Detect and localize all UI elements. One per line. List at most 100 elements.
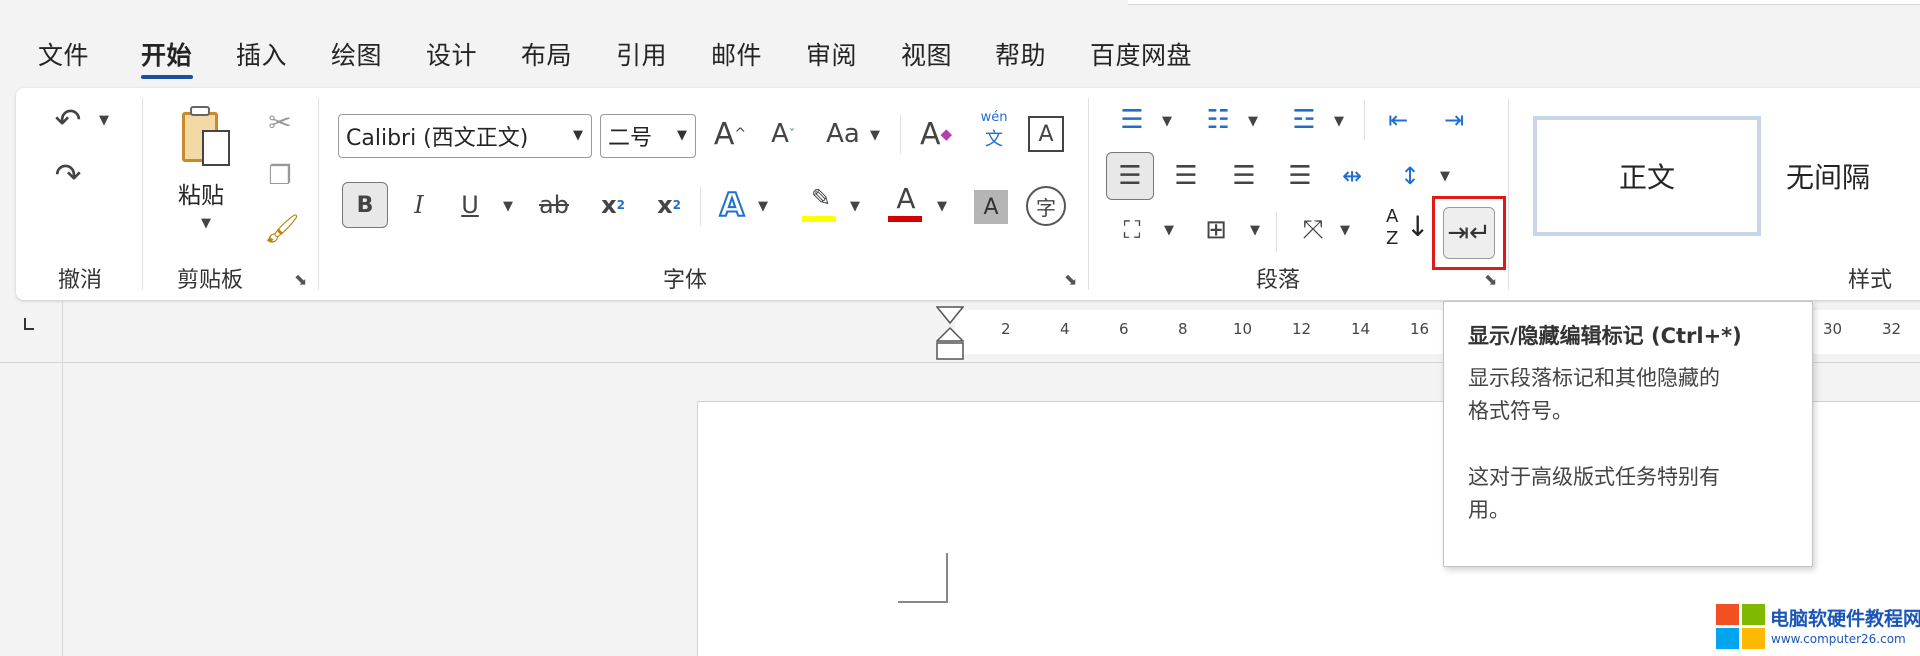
text-effects-icon[interactable]: A bbox=[712, 182, 752, 228]
line-spacing-icon[interactable]: ↕ bbox=[1390, 154, 1430, 198]
ruler-tick: 10 bbox=[1233, 320, 1253, 338]
text-effects-chevron-icon[interactable]: ▼ bbox=[758, 199, 768, 214]
paragraph-group-label: 段落 bbox=[1256, 268, 1301, 293]
tab-home[interactable]: 开始 bbox=[141, 36, 192, 72]
ruler-tick: 4 bbox=[1060, 320, 1070, 338]
bullets-chevron-icon[interactable]: ▼ bbox=[1162, 114, 1172, 129]
highlight-chevron-icon[interactable]: ▼ bbox=[850, 199, 860, 214]
borders-chevron-icon[interactable]: ▼ bbox=[1250, 223, 1260, 238]
clipboard-dialog-launcher-icon[interactable]: ⬊ bbox=[294, 270, 307, 289]
font-size-combobox[interactable]: 二号 ▼ bbox=[600, 114, 696, 158]
format-painter-icon[interactable]: 🖌 bbox=[262, 208, 302, 248]
tooltip-line: 这对于高级版式任务特别有 bbox=[1468, 465, 1720, 489]
bullets-icon[interactable]: ☰ bbox=[1112, 100, 1152, 140]
tab-insert[interactable]: 插入 bbox=[236, 36, 287, 72]
undo-icon[interactable]: ↶ bbox=[48, 100, 88, 140]
justify-button[interactable]: ☰ bbox=[1278, 154, 1322, 198]
multilevel-list-icon[interactable]: ☲ bbox=[1284, 100, 1324, 140]
group-divider bbox=[142, 98, 143, 290]
paragraph-dialog-launcher-icon[interactable]: ⬊ bbox=[1484, 270, 1497, 289]
font-dialog-launcher-icon[interactable]: ⬊ bbox=[1064, 270, 1077, 289]
character-border-icon[interactable]: A bbox=[1028, 116, 1064, 152]
font-name-combobox[interactable]: Calibri (西文正文) ▼ bbox=[338, 114, 592, 158]
font-name-value: Calibri (西文正文) bbox=[346, 126, 529, 151]
windows-logo-icon bbox=[1716, 604, 1766, 650]
underline-button[interactable]: U bbox=[452, 184, 488, 226]
change-case-chevron-icon[interactable]: ▼ bbox=[870, 128, 880, 143]
align-left-button[interactable]: ☰ bbox=[1106, 152, 1154, 200]
change-case-icon[interactable]: Aa bbox=[820, 114, 866, 154]
style-normal[interactable]: 正文 bbox=[1533, 116, 1761, 236]
undo-dropdown-chevron-icon[interactable]: ▼ bbox=[99, 113, 109, 128]
tab-selector[interactable] bbox=[24, 318, 34, 330]
bold-button[interactable]: B bbox=[342, 182, 388, 228]
multilevel-list-chevron-icon[interactable]: ▼ bbox=[1334, 114, 1344, 129]
line-spacing-chevron-icon[interactable]: ▼ bbox=[1440, 169, 1450, 184]
copy-icon[interactable]: ❐ bbox=[262, 158, 298, 194]
group-divider bbox=[1508, 98, 1509, 290]
show-hide-marks-button[interactable]: ⇥↵ bbox=[1432, 196, 1506, 270]
increase-indent-icon[interactable]: ⇥ bbox=[1434, 100, 1474, 140]
group-divider bbox=[318, 98, 319, 290]
font-group-label: 字体 bbox=[663, 268, 708, 293]
borders-icon[interactable]: ⊞ bbox=[1196, 210, 1236, 250]
inline-divider bbox=[1364, 100, 1365, 140]
tab-baidu-netdisk[interactable]: 百度网盘 bbox=[1090, 36, 1192, 72]
paragraph-shading-chevron-icon[interactable]: ▼ bbox=[1164, 223, 1174, 238]
font-size-value: 二号 bbox=[608, 126, 653, 151]
tab-layout[interactable]: 布局 bbox=[521, 36, 572, 72]
paste-label[interactable]: 粘贴 bbox=[178, 176, 224, 210]
page-crop-mark bbox=[898, 553, 948, 603]
paragraph-shading-icon[interactable]: ⛶ bbox=[1112, 208, 1152, 252]
redo-icon[interactable]: ↷ bbox=[48, 155, 88, 195]
clear-formatting-icon[interactable]: A ◆ bbox=[914, 112, 958, 156]
tooltip-line: 显示段落标记和其他隐藏的 bbox=[1468, 366, 1720, 390]
chinese-layout-chevron-icon[interactable]: ▼ bbox=[1340, 223, 1350, 238]
tab-file[interactable]: 文件 bbox=[38, 36, 89, 72]
grow-font-icon[interactable]: A ^ bbox=[710, 112, 750, 156]
tab-view[interactable]: 视图 bbox=[901, 36, 952, 72]
font-color-chevron-icon[interactable]: ▼ bbox=[937, 199, 947, 214]
tab-review[interactable]: 审阅 bbox=[806, 36, 857, 72]
cut-icon[interactable]: ✂ bbox=[262, 104, 298, 140]
sort-icon[interactable]: A Z ↓ bbox=[1384, 206, 1429, 254]
distributed-icon[interactable]: ⇹ bbox=[1330, 154, 1374, 198]
title-bar-field[interactable] bbox=[1128, 0, 1920, 5]
tab-mailings[interactable]: 邮件 bbox=[711, 36, 762, 72]
inline-divider bbox=[900, 114, 901, 154]
indent-marker-icon[interactable] bbox=[935, 306, 965, 362]
tab-references[interactable]: 引用 bbox=[616, 36, 667, 72]
watermark-url: www.computer26.com bbox=[1771, 632, 1906, 646]
character-shading-icon[interactable]: A bbox=[974, 190, 1008, 224]
tooltip: 显示/隐藏编辑标记 (Ctrl+*) 显示段落标记和其他隐藏的 格式符号。 这对… bbox=[1443, 301, 1813, 567]
tab-draw[interactable]: 绘图 bbox=[331, 36, 382, 72]
paste-icon[interactable] bbox=[178, 104, 238, 168]
inline-divider bbox=[1276, 212, 1277, 252]
underline-chevron-icon[interactable]: ▼ bbox=[503, 199, 513, 214]
paste-dropdown-chevron-icon[interactable]: ▼ bbox=[201, 216, 211, 231]
font-color-icon[interactable]: A bbox=[886, 182, 926, 228]
tab-design[interactable]: 设计 bbox=[426, 36, 477, 72]
highlight-icon[interactable]: ✎ bbox=[800, 182, 840, 228]
undo-group-label: 撤消 bbox=[58, 268, 103, 293]
active-tab-indicator bbox=[141, 75, 193, 79]
chinese-layout-icon[interactable]: ⤧ bbox=[1290, 208, 1336, 252]
style-no-spacing[interactable]: 无间隔 bbox=[1786, 116, 1920, 236]
numbering-chevron-icon[interactable]: ▼ bbox=[1248, 114, 1258, 129]
decrease-indent-icon[interactable]: ⇤ bbox=[1378, 100, 1418, 140]
align-center-button[interactable]: ☰ bbox=[1164, 154, 1208, 198]
tab-help[interactable]: 帮助 bbox=[995, 36, 1046, 72]
tooltip-line: 用。 bbox=[1468, 498, 1510, 522]
ruler-tick: 30 bbox=[1823, 320, 1843, 338]
superscript-button[interactable]: x2 bbox=[650, 184, 688, 226]
align-right-button[interactable]: ☰ bbox=[1222, 154, 1266, 198]
numbering-icon[interactable]: ☷ bbox=[1198, 100, 1238, 140]
strikethrough-button[interactable]: ab bbox=[532, 184, 576, 226]
ruler-tick: 2 bbox=[1001, 320, 1011, 338]
phonetic-guide-icon[interactable]: wén 文 bbox=[974, 110, 1014, 158]
shrink-font-icon[interactable]: Aˇ bbox=[763, 112, 803, 156]
enclose-characters-icon[interactable]: 字 bbox=[1026, 186, 1066, 226]
tooltip-line: 格式符号。 bbox=[1468, 399, 1573, 423]
subscript-button[interactable]: x2 bbox=[594, 184, 632, 226]
italic-button[interactable]: I bbox=[400, 184, 438, 226]
